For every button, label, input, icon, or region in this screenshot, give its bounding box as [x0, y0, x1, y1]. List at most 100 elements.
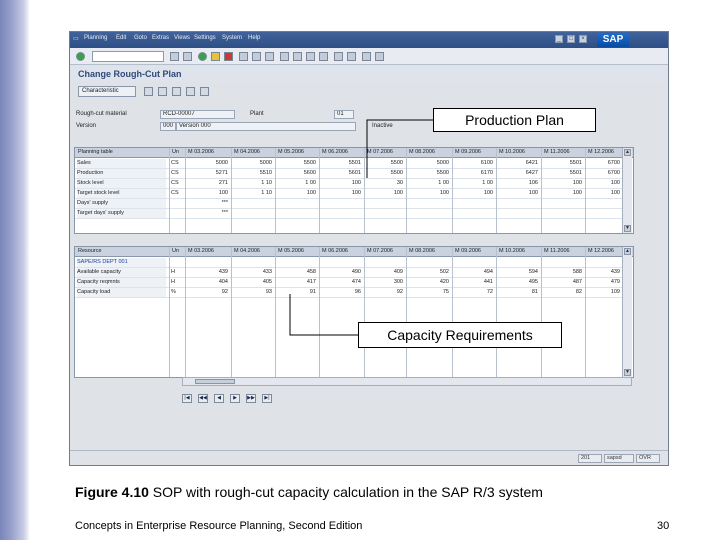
characteristic-button[interactable]: Characteristic: [78, 86, 136, 97]
table2-column-header[interactable]: M 05.2006: [278, 247, 318, 256]
table1-cell[interactable]: 5000: [408, 159, 449, 168]
table1-cell[interactable]: 30: [366, 179, 403, 188]
table-icon[interactable]: [144, 87, 153, 96]
table1-cell[interactable]: 6421: [498, 159, 538, 168]
table2-cell[interactable]: 441: [454, 278, 493, 287]
table1-cell[interactable]: 5000: [187, 159, 228, 168]
maximize-icon[interactable]: □: [567, 35, 575, 43]
table1-column-header[interactable]: M 12.2006: [588, 148, 622, 157]
table2-cell[interactable]: 96: [321, 288, 361, 297]
table2-cell[interactable]: 433: [233, 268, 272, 277]
table2-cell[interactable]: 409: [366, 268, 403, 277]
table1-column-header[interactable]: M 04.2006: [234, 148, 274, 157]
table1-cell[interactable]: 100: [454, 189, 493, 198]
table1-cell[interactable]: 271: [187, 179, 228, 188]
version-field[interactable]: 000: [160, 122, 176, 131]
table2-cell[interactable]: 75: [408, 288, 449, 297]
header-icon[interactable]: [158, 87, 167, 96]
table2-column-header[interactable]: Resource: [78, 247, 168, 256]
shortcut-icon[interactable]: [347, 52, 356, 61]
table1-column-header[interactable]: Planning table: [78, 148, 168, 157]
table1-cell[interactable]: 1 00: [454, 179, 493, 188]
scroll-up-icon[interactable]: ▲: [624, 149, 631, 156]
find-icon[interactable]: [252, 52, 261, 61]
dropdown-icon[interactable]: [170, 52, 179, 61]
table2-cell[interactable]: 82: [543, 288, 582, 297]
table1-cell[interactable]: 6427: [498, 169, 538, 178]
menu-settings[interactable]: Settings: [194, 35, 216, 41]
table2-cell[interactable]: 405: [233, 278, 272, 287]
capacity-table-hscrollbar[interactable]: [182, 377, 632, 386]
last-period-icon[interactable]: ▶|: [262, 394, 272, 403]
table2-cell[interactable]: 109: [587, 288, 620, 297]
table1-column-header[interactable]: Un: [172, 148, 184, 157]
table1-column-header[interactable]: M 05.2006: [278, 148, 318, 157]
table2-cell[interactable]: 494: [454, 268, 493, 277]
table1-cell[interactable]: 5501: [321, 159, 361, 168]
table2-cell[interactable]: 91: [277, 288, 316, 297]
table1-cell[interactable]: 5601: [321, 169, 361, 178]
table1-cell[interactable]: 100: [321, 189, 361, 198]
help-icon[interactable]: [362, 52, 371, 61]
table1-cell[interactable]: 1 00: [277, 179, 316, 188]
menu-system[interactable]: System: [222, 35, 242, 41]
table2-column-header[interactable]: M 12.2006: [588, 247, 622, 256]
find-next-icon[interactable]: [265, 52, 274, 61]
table1-cell[interactable]: 100: [498, 189, 538, 198]
table1-cell[interactable]: 100: [187, 189, 228, 198]
table2-cell[interactable]: 474: [321, 278, 361, 287]
window-menu-icon[interactable]: ▭: [73, 35, 79, 42]
table1-cell[interactable]: 1 10: [233, 179, 272, 188]
previous-period-icon[interactable]: ◀: [214, 394, 224, 403]
table1-cell[interactable]: 100: [543, 179, 582, 188]
table2-cell[interactable]: 300: [366, 278, 403, 287]
table1-cell[interactable]: 100: [587, 189, 620, 198]
table2-column-header[interactable]: M 09.2006: [455, 247, 495, 256]
table2-column-header[interactable]: Un: [172, 247, 184, 256]
next-period-icon[interactable]: ▶: [230, 394, 240, 403]
table2-column-header[interactable]: M 11.2006: [544, 247, 584, 256]
table2-cell[interactable]: 490: [321, 268, 361, 277]
table1-cell[interactable]: ***: [187, 199, 228, 208]
table2-cell[interactable]: 81: [498, 288, 538, 297]
table2-column-header[interactable]: M 03.2006: [188, 247, 230, 256]
enter-icon[interactable]: [76, 52, 85, 61]
table2-column-header[interactable]: M 06.2006: [322, 247, 363, 256]
table2-cell[interactable]: 404: [187, 278, 228, 287]
detail-icon[interactable]: [172, 87, 181, 96]
table1-column-header[interactable]: M 06.2006: [322, 148, 363, 157]
table2-column-header[interactable]: M 07.2006: [367, 247, 405, 256]
print-icon[interactable]: [239, 52, 248, 61]
table1-cell[interactable]: 5500: [277, 159, 316, 168]
menu-help[interactable]: Help: [248, 35, 260, 41]
table1-column-header[interactable]: M 10.2006: [499, 148, 540, 157]
table2-cell[interactable]: 439: [187, 268, 228, 277]
table1-cell[interactable]: ***: [187, 209, 228, 218]
menu-planning[interactable]: Planning: [84, 35, 107, 41]
planning-table-scrollbar[interactable]: ▲ ▼: [622, 148, 632, 233]
material-field[interactable]: RCD-00007: [160, 110, 235, 119]
table1-cell[interactable]: 6700: [587, 169, 620, 178]
table1-cell[interactable]: 1 10: [233, 189, 272, 198]
table1-cell[interactable]: 100: [277, 189, 316, 198]
exit-icon[interactable]: [211, 52, 220, 61]
table2-column-header[interactable]: M 04.2006: [234, 247, 274, 256]
table1-cell[interactable]: 100: [543, 189, 582, 198]
table2-column-header[interactable]: M 08.2006: [409, 247, 451, 256]
table1-cell[interactable]: 6700: [587, 159, 620, 168]
page-back-icon[interactable]: ◀◀: [198, 394, 208, 403]
table1-cell[interactable]: 5510: [233, 169, 272, 178]
minimize-icon[interactable]: _: [555, 35, 563, 43]
last-page-icon[interactable]: [319, 52, 328, 61]
table2-cell[interactable]: 502: [408, 268, 449, 277]
table1-cell[interactable]: 5600: [277, 169, 316, 178]
table1-cell[interactable]: 1 00: [408, 179, 449, 188]
table2-cell[interactable]: 487: [543, 278, 582, 287]
table2-cell[interactable]: 420: [408, 278, 449, 287]
table1-column-header[interactable]: M 03.2006: [188, 148, 230, 157]
table1-cell[interactable]: 5500: [408, 169, 449, 178]
table1-cell[interactable]: 5271: [187, 169, 228, 178]
table1-cell[interactable]: 6170: [454, 169, 493, 178]
command-field[interactable]: [92, 51, 164, 62]
table2-column-header[interactable]: M 10.2006: [499, 247, 540, 256]
